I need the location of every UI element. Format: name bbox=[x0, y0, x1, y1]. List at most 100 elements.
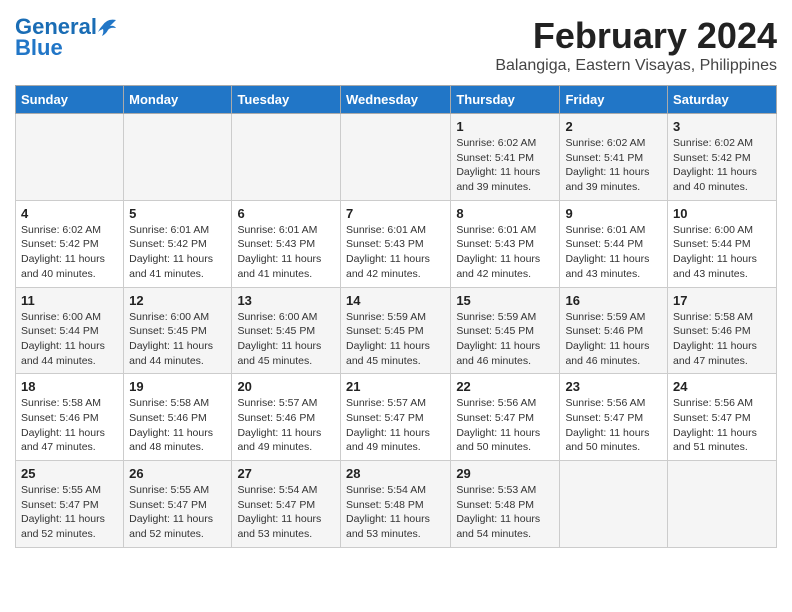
day-number: 23 bbox=[565, 379, 662, 394]
calendar-cell: 4 Sunrise: 6:02 AM Sunset: 5:42 PM Daylig… bbox=[16, 200, 124, 287]
day-number: 10 bbox=[673, 206, 771, 221]
logo-bird-icon bbox=[98, 16, 116, 38]
logo: General Blue bbox=[15, 15, 118, 61]
weekday-header-friday: Friday bbox=[560, 86, 668, 114]
day-info: Sunrise: 5:58 AM Sunset: 5:46 PM Dayligh… bbox=[673, 310, 771, 369]
day-info: Sunrise: 5:54 AM Sunset: 5:47 PM Dayligh… bbox=[237, 483, 335, 542]
day-number: 24 bbox=[673, 379, 771, 394]
day-number: 3 bbox=[673, 119, 771, 134]
day-info: Sunrise: 5:59 AM Sunset: 5:45 PM Dayligh… bbox=[346, 310, 445, 369]
calendar-cell: 12 Sunrise: 6:00 AM Sunset: 5:45 PM Dayli… bbox=[124, 287, 232, 374]
day-number: 1 bbox=[456, 119, 554, 134]
calendar-cell: 18Sunrise: 5:58 AM Sunset: 5:46 PM Dayli… bbox=[16, 374, 124, 461]
day-number: 8 bbox=[456, 206, 554, 221]
page-header: General Blue February 2024 Balangiga, Ea… bbox=[15, 15, 777, 75]
day-info: Sunrise: 5:57 AM Sunset: 5:47 PM Dayligh… bbox=[346, 396, 445, 455]
day-info: Sunrise: 6:02 AM Sunset: 5:42 PM Dayligh… bbox=[21, 223, 118, 282]
calendar-body: 1 Sunrise: 6:02 AM Sunset: 5:41 PM Daylig… bbox=[16, 114, 777, 548]
day-info: Sunrise: 6:01 AM Sunset: 5:43 PM Dayligh… bbox=[237, 223, 335, 282]
calendar-cell bbox=[340, 114, 450, 201]
day-number: 13 bbox=[237, 293, 335, 308]
calendar-table: SundayMondayTuesdayWednesdayThursdayFrid… bbox=[15, 85, 777, 548]
day-number: 12 bbox=[129, 293, 226, 308]
day-number: 20 bbox=[237, 379, 335, 394]
title-block: February 2024 Balangiga, Eastern Visayas… bbox=[495, 15, 777, 75]
day-number: 26 bbox=[129, 466, 226, 481]
day-number: 5 bbox=[129, 206, 226, 221]
calendar-cell bbox=[668, 461, 777, 548]
calendar-cell: 5 Sunrise: 6:01 AM Sunset: 5:42 PM Daylig… bbox=[124, 200, 232, 287]
day-number: 4 bbox=[21, 206, 118, 221]
page-subtitle: Balangiga, Eastern Visayas, Philippines bbox=[495, 57, 777, 75]
weekday-header-wednesday: Wednesday bbox=[340, 86, 450, 114]
day-info: Sunrise: 5:53 AM Sunset: 5:48 PM Dayligh… bbox=[456, 483, 554, 542]
weekday-header-thursday: Thursday bbox=[451, 86, 560, 114]
day-info: Sunrise: 5:55 AM Sunset: 5:47 PM Dayligh… bbox=[21, 483, 118, 542]
calendar-cell: 1 Sunrise: 6:02 AM Sunset: 5:41 PM Daylig… bbox=[451, 114, 560, 201]
day-number: 27 bbox=[237, 466, 335, 481]
calendar-week-1: 1 Sunrise: 6:02 AM Sunset: 5:41 PM Daylig… bbox=[16, 114, 777, 201]
calendar-cell bbox=[232, 114, 341, 201]
day-info: Sunrise: 5:58 AM Sunset: 5:46 PM Dayligh… bbox=[129, 396, 226, 455]
calendar-cell: 17 Sunrise: 5:58 AM Sunset: 5:46 PM Dayli… bbox=[668, 287, 777, 374]
day-info: Sunrise: 6:01 AM Sunset: 5:44 PM Dayligh… bbox=[565, 223, 662, 282]
calendar-cell: 10 Sunrise: 6:00 AM Sunset: 5:44 PM Dayli… bbox=[668, 200, 777, 287]
day-info: Sunrise: 6:01 AM Sunset: 5:42 PM Dayligh… bbox=[129, 223, 226, 282]
day-info: Sunrise: 5:56 AM Sunset: 5:47 PM Dayligh… bbox=[673, 396, 771, 455]
day-number: 22 bbox=[456, 379, 554, 394]
calendar-cell: 2 Sunrise: 6:02 AM Sunset: 5:41 PM Daylig… bbox=[560, 114, 668, 201]
day-info: Sunrise: 6:01 AM Sunset: 5:43 PM Dayligh… bbox=[346, 223, 445, 282]
calendar-header-row: SundayMondayTuesdayWednesdayThursdayFrid… bbox=[16, 86, 777, 114]
calendar-cell: 8 Sunrise: 6:01 AM Sunset: 5:43 PM Daylig… bbox=[451, 200, 560, 287]
day-number: 19 bbox=[129, 379, 226, 394]
day-number: 17 bbox=[673, 293, 771, 308]
day-number: 15 bbox=[456, 293, 554, 308]
day-info: Sunrise: 6:00 AM Sunset: 5:44 PM Dayligh… bbox=[673, 223, 771, 282]
day-info: Sunrise: 6:02 AM Sunset: 5:41 PM Dayligh… bbox=[456, 136, 554, 195]
day-info: Sunrise: 6:00 AM Sunset: 5:44 PM Dayligh… bbox=[21, 310, 118, 369]
calendar-cell: 28Sunrise: 5:54 AM Sunset: 5:48 PM Dayli… bbox=[340, 461, 450, 548]
calendar-cell: 26 Sunrise: 5:55 AM Sunset: 5:47 PM Dayli… bbox=[124, 461, 232, 548]
day-info: Sunrise: 5:54 AM Sunset: 5:48 PM Dayligh… bbox=[346, 483, 445, 542]
day-number: 14 bbox=[346, 293, 445, 308]
day-number: 16 bbox=[565, 293, 662, 308]
day-info: Sunrise: 6:01 AM Sunset: 5:43 PM Dayligh… bbox=[456, 223, 554, 282]
day-info: Sunrise: 5:56 AM Sunset: 5:47 PM Dayligh… bbox=[565, 396, 662, 455]
day-info: Sunrise: 6:00 AM Sunset: 5:45 PM Dayligh… bbox=[237, 310, 335, 369]
calendar-cell: 25 Sunrise: 5:55 AM Sunset: 5:47 PM Dayli… bbox=[16, 461, 124, 548]
day-info: Sunrise: 6:02 AM Sunset: 5:41 PM Dayligh… bbox=[565, 136, 662, 195]
calendar-cell: 9 Sunrise: 6:01 AM Sunset: 5:44 PM Daylig… bbox=[560, 200, 668, 287]
day-number: 2 bbox=[565, 119, 662, 134]
day-info: Sunrise: 5:55 AM Sunset: 5:47 PM Dayligh… bbox=[129, 483, 226, 542]
day-info: Sunrise: 6:02 AM Sunset: 5:42 PM Dayligh… bbox=[673, 136, 771, 195]
calendar-cell: 27 Sunrise: 5:54 AM Sunset: 5:47 PM Dayli… bbox=[232, 461, 341, 548]
day-number: 6 bbox=[237, 206, 335, 221]
day-number: 21 bbox=[346, 379, 445, 394]
day-info: Sunrise: 5:57 AM Sunset: 5:46 PM Dayligh… bbox=[237, 396, 335, 455]
calendar-week-5: 25 Sunrise: 5:55 AM Sunset: 5:47 PM Dayli… bbox=[16, 461, 777, 548]
day-number: 29 bbox=[456, 466, 554, 481]
calendar-cell: 22 Sunrise: 5:56 AM Sunset: 5:47 PM Dayli… bbox=[451, 374, 560, 461]
day-info: Sunrise: 6:00 AM Sunset: 5:45 PM Dayligh… bbox=[129, 310, 226, 369]
calendar-cell: 20 Sunrise: 5:57 AM Sunset: 5:46 PM Dayli… bbox=[232, 374, 341, 461]
calendar-cell: 24 Sunrise: 5:56 AM Sunset: 5:47 PM Dayli… bbox=[668, 374, 777, 461]
calendar-cell: 7 Sunrise: 6:01 AM Sunset: 5:43 PM Daylig… bbox=[340, 200, 450, 287]
calendar-cell bbox=[560, 461, 668, 548]
day-number: 9 bbox=[565, 206, 662, 221]
day-info: Sunrise: 5:56 AM Sunset: 5:47 PM Dayligh… bbox=[456, 396, 554, 455]
calendar-cell: 19 Sunrise: 5:58 AM Sunset: 5:46 PM Dayli… bbox=[124, 374, 232, 461]
day-number: 7 bbox=[346, 206, 445, 221]
calendar-cell: 15Sunrise: 5:59 AM Sunset: 5:45 PM Dayli… bbox=[451, 287, 560, 374]
day-number: 11 bbox=[21, 293, 118, 308]
page-title: February 2024 bbox=[495, 15, 777, 57]
calendar-cell: 16 Sunrise: 5:59 AM Sunset: 5:46 PM Dayli… bbox=[560, 287, 668, 374]
day-number: 25 bbox=[21, 466, 118, 481]
calendar-cell bbox=[124, 114, 232, 201]
calendar-week-4: 18 Sunrise: 5:58 AM Sunset: 5:46 PM Dayli… bbox=[16, 374, 777, 461]
weekday-header-monday: Monday bbox=[124, 86, 232, 114]
calendar-cell: 13 Sunrise: 6:00 AM Sunset: 5:45 PM Dayli… bbox=[232, 287, 341, 374]
weekday-header-saturday: Saturday bbox=[668, 86, 777, 114]
calendar-cell: 3 Sunrise: 6:02 AM Sunset: 5:42 PM Daylig… bbox=[668, 114, 777, 201]
day-number: 18 bbox=[21, 379, 118, 394]
day-info: Sunrise: 5:59 AM Sunset: 5:46 PM Dayligh… bbox=[565, 310, 662, 369]
